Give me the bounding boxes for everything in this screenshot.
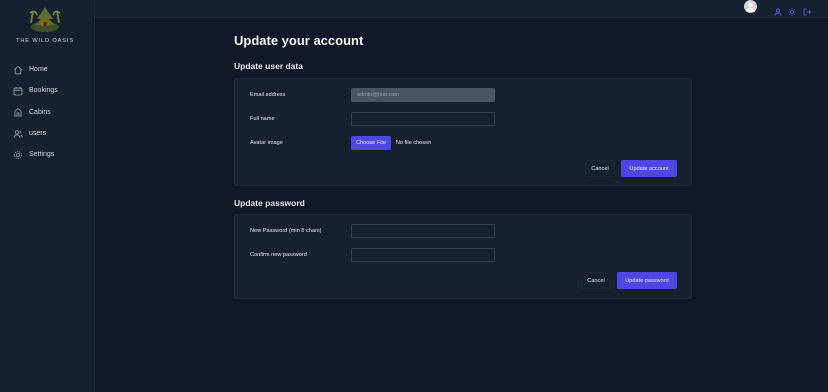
sidebar-item-label: users <box>29 130 47 138</box>
update-account-button[interactable]: Update account <box>621 160 677 177</box>
choose-file-button[interactable]: Choose File <box>351 136 391 150</box>
user-data-form: Email address admin@test.com Full name A… <box>234 78 692 186</box>
new-password-field[interactable] <box>351 224 495 238</box>
logo: THE WILD OASIS <box>0 5 90 44</box>
file-status: No file chosen <box>395 140 432 146</box>
email-label: Email address <box>250 92 286 98</box>
sidebar-item-label: Cabins <box>29 108 51 116</box>
confirm-password-row: Confirm new password <box>250 248 495 262</box>
cancel-button[interactable]: Cancel <box>585 160 615 177</box>
email-field[interactable]: admin@test.com <box>351 88 495 102</box>
users-icon <box>13 129 23 139</box>
sidebar-item-label: Bookings <box>29 87 58 95</box>
avatar-label: Avatar image <box>250 140 283 146</box>
sidebar-item-label: Home <box>29 66 48 74</box>
user-icon[interactable] <box>774 3 782 16</box>
password-form: New Password (min 8 chars) Confirm new p… <box>234 214 692 299</box>
sidebar-item-label: Settings <box>29 151 55 159</box>
email-row: Email address admin@test.com <box>250 88 495 102</box>
cancel-password-button[interactable]: Cancel <box>581 272 611 289</box>
update-password-button[interactable]: Update password <box>617 272 677 289</box>
home-icon <box>13 65 23 75</box>
logout-icon[interactable] <box>803 3 812 16</box>
top-header <box>95 0 828 18</box>
new-password-label: New Password (min 8 chars) <box>250 228 322 234</box>
sidebar-item-bookings[interactable]: Bookings <box>9 80 87 101</box>
user-data-heading: Update user data <box>234 61 303 71</box>
confirm-password-label: Confirm new password <box>250 252 307 258</box>
logo-icon <box>29 7 61 32</box>
sidebar-item-cabins[interactable]: Cabins <box>9 102 87 123</box>
new-password-row: New Password (min 8 chars) <box>250 224 495 238</box>
sidebar-item-users[interactable]: users <box>9 123 87 144</box>
sidebar-item-home[interactable]: Home <box>9 59 87 80</box>
main-content: Update your account Update user data Ema… <box>95 18 828 392</box>
sidebar-nav: Home Bookings Cabins users Settings <box>9 59 87 165</box>
brand-name: THE WILD OASIS <box>16 38 74 44</box>
fullname-label: Full name <box>250 116 275 122</box>
sun-icon[interactable] <box>788 3 796 16</box>
fullname-row: Full name <box>250 112 495 126</box>
avatar[interactable] <box>744 0 757 13</box>
password-heading: Update password <box>234 198 305 208</box>
calendar-icon <box>13 86 23 96</box>
confirm-password-field[interactable] <box>351 248 495 262</box>
page-title: Update your account <box>234 33 364 48</box>
cabin-icon <box>13 107 23 117</box>
avatar-row: Avatar image Choose File No file chosen <box>250 136 431 150</box>
gear-icon <box>13 150 23 160</box>
sidebar: THE WILD OASIS Home Bookings Cabins user… <box>0 0 95 392</box>
sidebar-item-settings[interactable]: Settings <box>9 144 87 165</box>
default-user-icon <box>746 2 755 12</box>
fullname-field[interactable] <box>351 112 495 126</box>
